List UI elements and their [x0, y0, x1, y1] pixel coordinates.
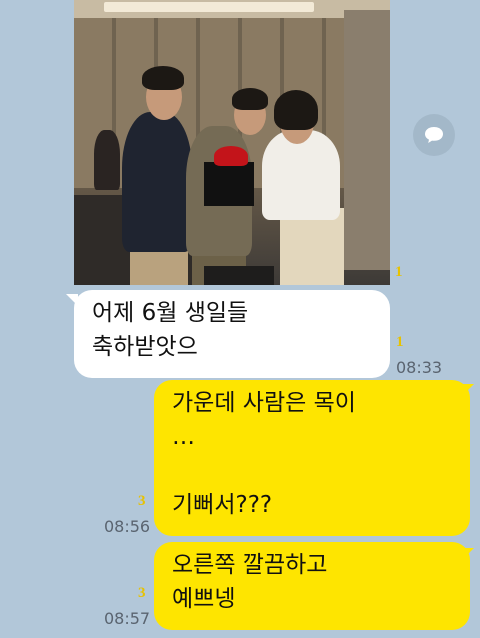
- photo-person-left: [122, 112, 192, 252]
- photo-gift-box: [204, 162, 254, 206]
- photo-unread-count: 1: [395, 264, 403, 280]
- share-button[interactable]: [413, 114, 455, 156]
- photo-person-right-hair: [274, 90, 318, 130]
- photo-person-left-legs: [130, 248, 188, 285]
- share-chat-icon: [425, 127, 443, 143]
- message-bubble-received[interactable]: 어제 6월 생일들 축하받앗으: [74, 290, 390, 378]
- message-bubble-sent[interactable]: 가운데 사람은 목이 … 기뻐서???: [154, 380, 470, 536]
- photo-ceiling-light: [104, 2, 314, 12]
- message-unread-count: 3: [138, 585, 146, 601]
- photo-person-right: [262, 130, 340, 220]
- photo-person-left-hair: [142, 66, 184, 90]
- photo-chair: [204, 266, 274, 285]
- message-timestamp: 08:56: [104, 517, 151, 536]
- photo-background-person: [94, 130, 120, 190]
- message-bubble-sent[interactable]: 오른쪽 깔끔하고 예쁘넹: [154, 542, 470, 630]
- photo-door: [344, 10, 390, 270]
- message-unread-count: 3: [138, 493, 146, 509]
- photo-gift-flowers: [214, 146, 248, 166]
- message-unread-count: 1: [396, 334, 404, 350]
- message-timestamp: 08:33: [396, 358, 443, 377]
- message-timestamp: 08:57: [104, 609, 151, 628]
- photo-person-middle-hair: [232, 88, 268, 110]
- photo-message[interactable]: [74, 0, 390, 285]
